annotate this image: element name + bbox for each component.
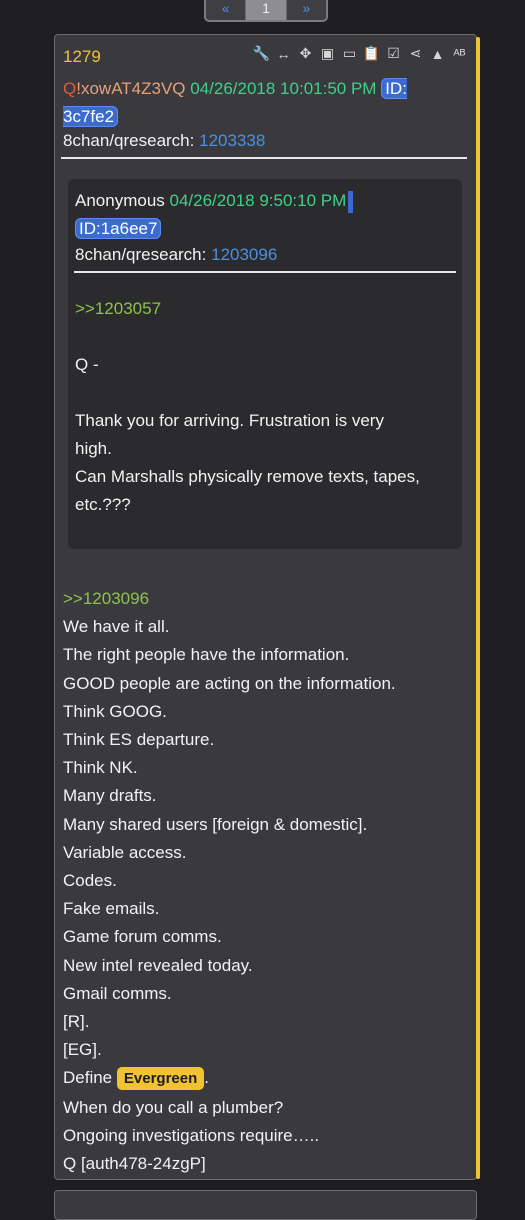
quoted-author: Anonymous <box>75 191 165 210</box>
text-cursor <box>348 190 354 213</box>
tripcode: Q!xowAT4Z3VQ <box>63 79 186 98</box>
vr-icon[interactable]: ▭ <box>341 45 358 62</box>
highlight-rail <box>476 37 480 1179</box>
current-page-button[interactable]: 1 <box>245 0 287 20</box>
body-line: [R]. <box>63 1012 90 1032</box>
body-line: GOOD people are acting on the informatio… <box>63 673 396 693</box>
next-page-button[interactable]: » <box>287 0 326 20</box>
body-line: Think NK. <box>63 758 138 778</box>
share-icon[interactable]: ⋖ <box>407 45 424 62</box>
expand-width-icon[interactable]: ↔ <box>275 45 292 62</box>
up-arrow-icon[interactable]: ▲ <box>429 45 446 62</box>
quoted-line: Thank you for arriving. Frustration is v… <box>75 411 384 430</box>
image-icon[interactable]: ▣ <box>319 45 336 62</box>
quoted-body: >>1203057 Q - Thank you for arriving. Fr… <box>75 295 455 519</box>
body-line: Think ES departure. <box>63 730 215 750</box>
body-line: [EG]. <box>63 1040 102 1060</box>
body-line: The right people have the information. <box>63 645 350 665</box>
signature-line: Q [auth478-24zgP] <box>63 1154 206 1174</box>
quoted-line: etc.??? <box>75 495 131 514</box>
prev-page-button[interactable]: « <box>206 0 245 20</box>
post-datetime: 04/26/2018 10:01:50 PM <box>190 79 377 98</box>
post-body: >>1203096 We have it all. The right peop… <box>63 585 468 1178</box>
quoted-line: Q - <box>75 355 99 374</box>
post-card: 1279 🔧 ↔ ✥ ▣ ▭ 📋 ☑ ⋖ ▲ ᴬᴮ Q!xowAT4Z3VQ 0… <box>54 34 480 1180</box>
body-line: Ongoing investigations require….. <box>63 1125 320 1145</box>
body-line: We have it all. <box>63 617 170 637</box>
highlight-badge[interactable]: Evergreen <box>116 1067 205 1091</box>
quoted-source-link[interactable]: 1203096 <box>211 245 277 264</box>
post-toolbar: 🔧 ↔ ✥ ▣ ▭ 📋 ☑ ⋖ ▲ ᴬᴮ <box>253 45 468 62</box>
quoted-header: Anonymous 04/26/2018 9:50:10 PM ID:1a6ee… <box>75 187 455 243</box>
quoted-line: high. <box>75 439 112 458</box>
check-clipboard-icon[interactable]: ☑ <box>385 45 402 62</box>
body-line: New intel revealed today. <box>63 955 253 975</box>
post-header: Q!xowAT4Z3VQ 04/26/2018 10:01:50 PM ID: … <box>63 75 463 131</box>
divider <box>61 157 467 159</box>
body-line: Think GOOG. <box>63 701 167 721</box>
clipboard-icon[interactable]: 📋 <box>363 45 380 62</box>
quoted-datetime: 04/26/2018 9:50:10 PM <box>169 191 347 210</box>
quoted-id-badge[interactable]: ID:1a6ee7 <box>75 218 162 239</box>
spellcheck-icon[interactable]: ᴬᴮ <box>451 45 468 62</box>
quoted-source: 8chan/qresearch: 1203096 <box>75 245 278 264</box>
body-line: Variable access. <box>63 842 187 862</box>
wrench-icon[interactable]: 🔧 <box>253 45 270 62</box>
move-icon[interactable]: ✥ <box>297 45 314 62</box>
body-line: Many shared users [foreign & domestic]. <box>63 814 368 834</box>
quoted-post: Anonymous 04/26/2018 9:50:10 PM ID:1a6ee… <box>68 179 462 549</box>
reply-reference[interactable]: >>1203057 <box>75 295 455 323</box>
body-line: Codes. <box>63 871 117 891</box>
reply-reference[interactable]: >>1203096 <box>63 585 468 613</box>
body-line: When do you call a plumber? <box>63 1097 284 1117</box>
body-line: Fake emails. <box>63 899 160 919</box>
source-link[interactable]: 1203338 <box>199 131 265 150</box>
next-post-card <box>54 1190 477 1220</box>
pagination: « 1 » <box>204 0 328 22</box>
quoted-line: Can Marshalls physically remove texts, t… <box>75 467 420 486</box>
post-number: 1279 <box>63 47 101 66</box>
define-line: Define Evergreen. <box>63 1064 468 1093</box>
divider <box>74 271 456 273</box>
body-line: Gmail comms. <box>63 983 172 1003</box>
body-line: Many drafts. <box>63 786 157 806</box>
body-line: Game forum comms. <box>63 927 222 947</box>
post-source: 8chan/qresearch: 1203338 <box>63 131 266 150</box>
